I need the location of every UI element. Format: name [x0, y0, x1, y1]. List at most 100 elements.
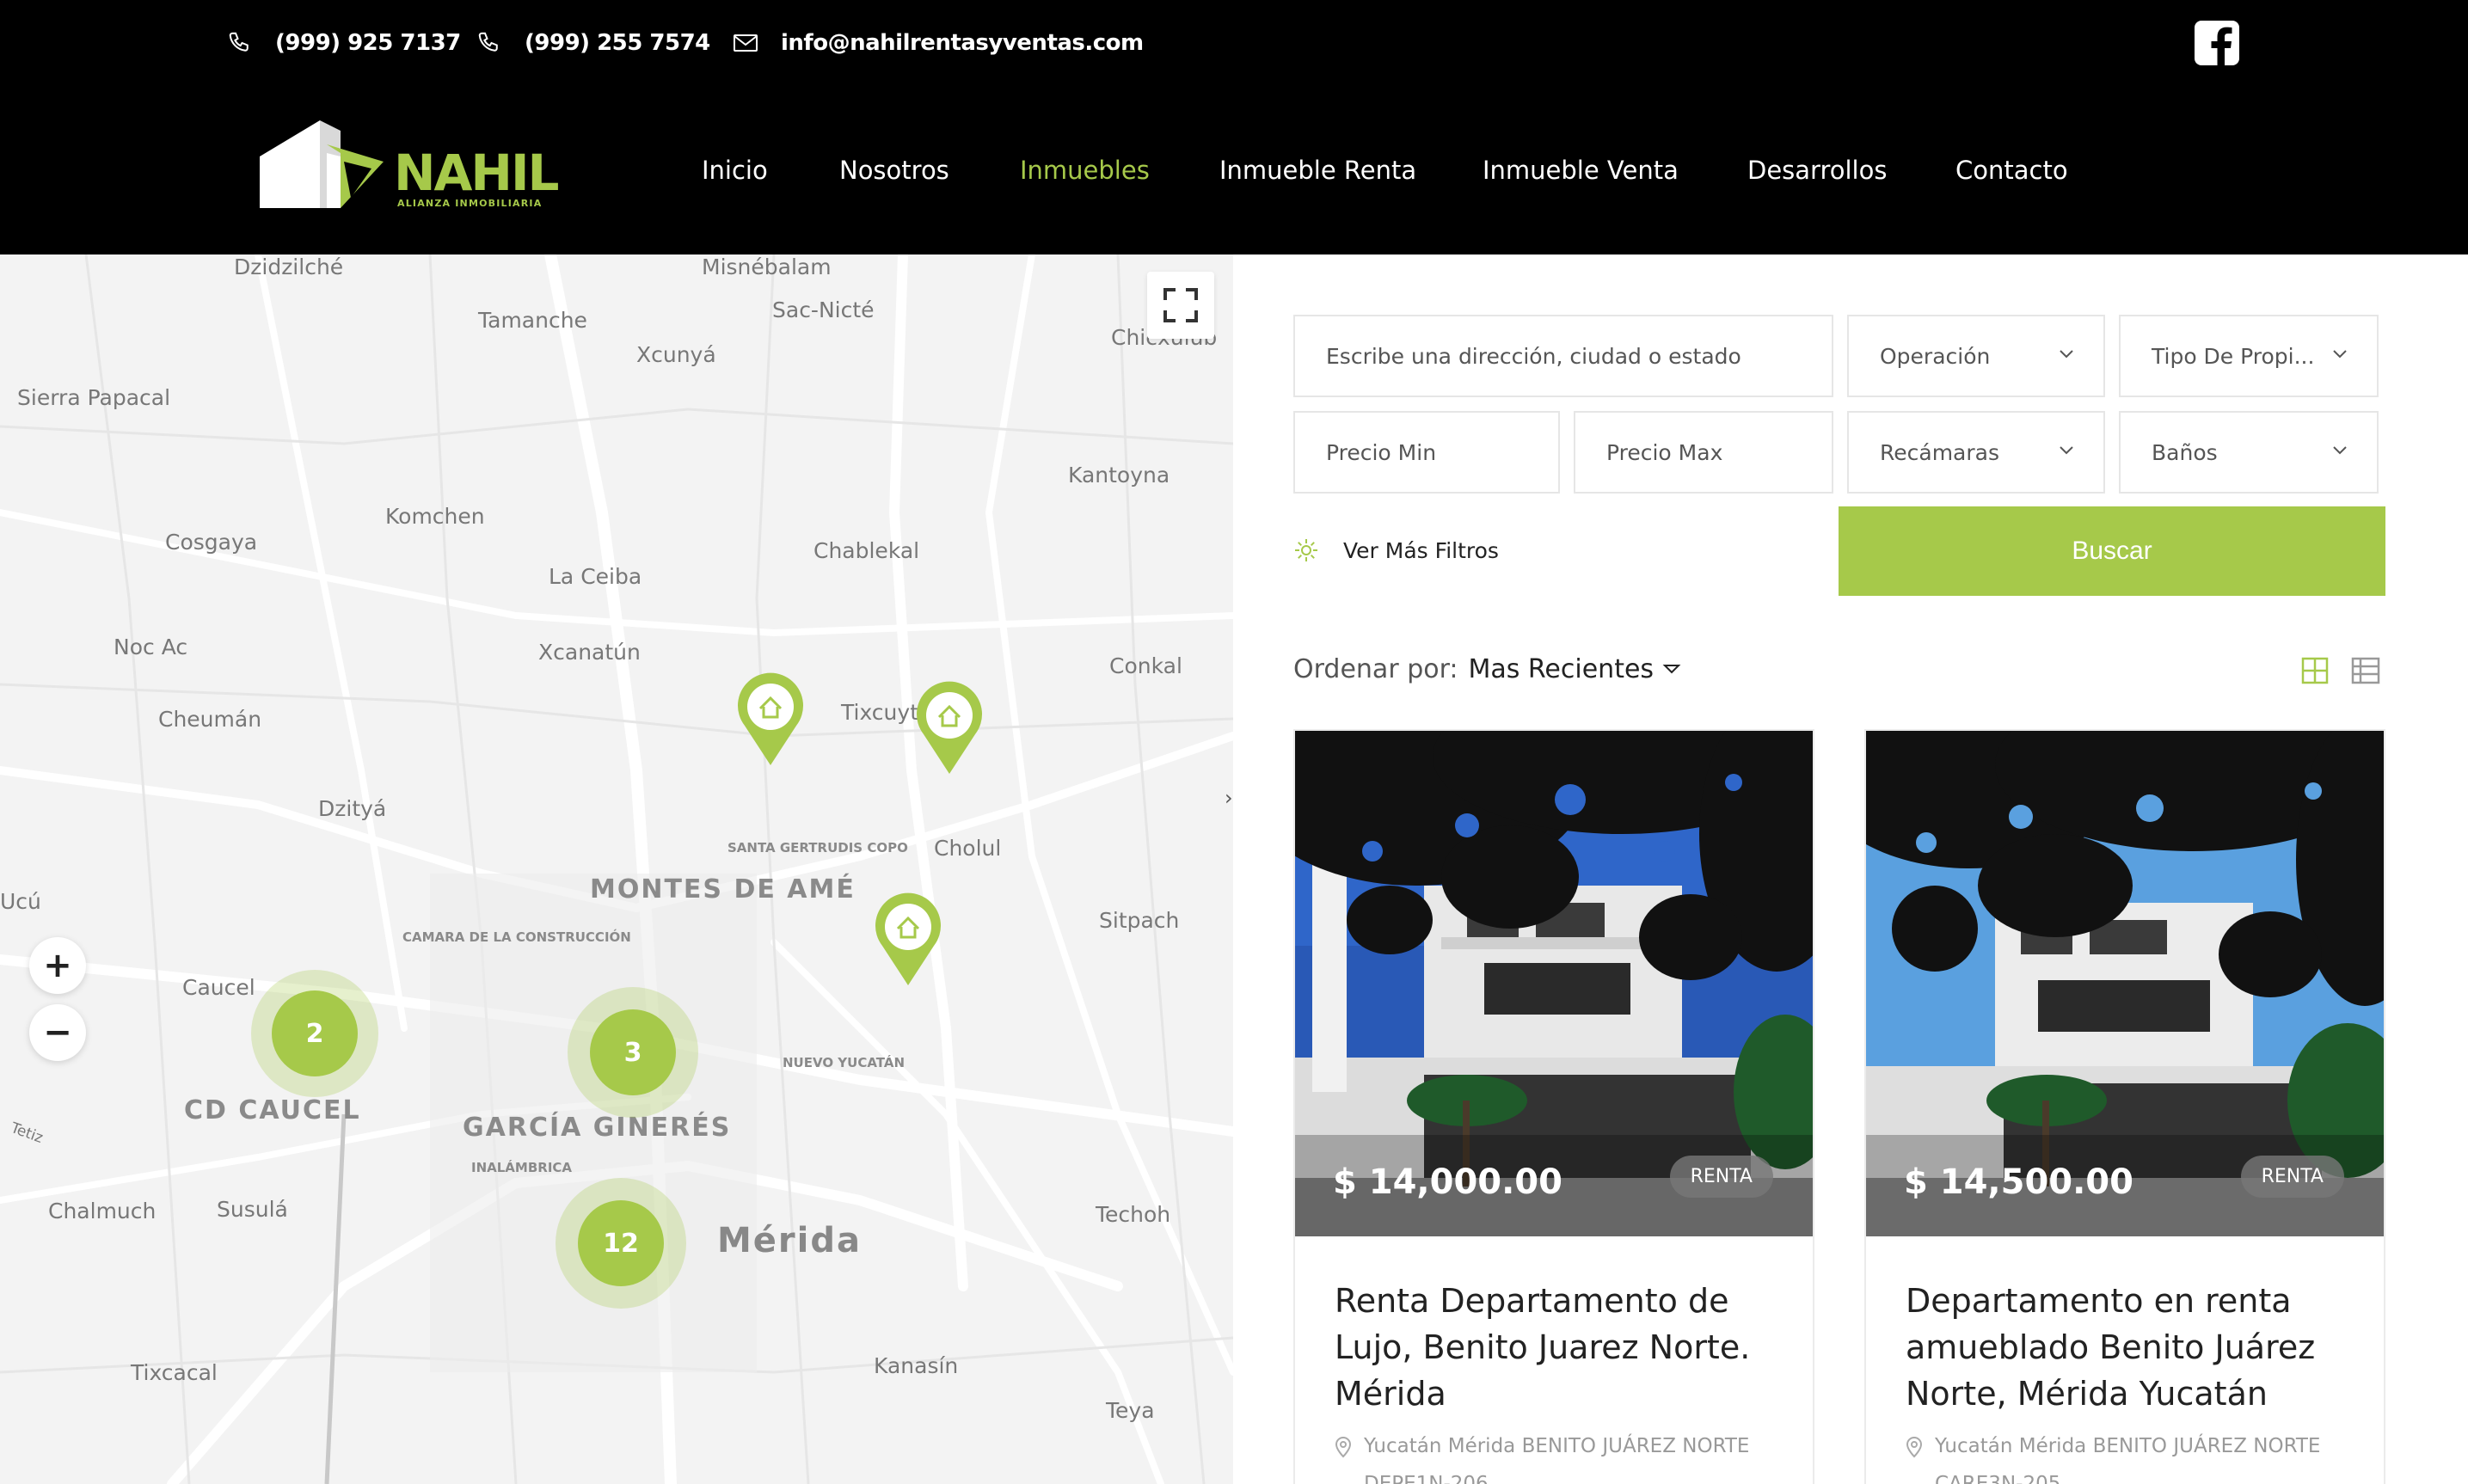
recamaras-select[interactable]: Recámaras [1847, 411, 2105, 494]
map-place: Komchen [385, 504, 485, 529]
listing-price: $ 14,500.00 [1904, 1162, 2133, 1202]
property-map[interactable]: Dzidzilché Misnébalam Tamanche Sac-Nicté… [0, 254, 1233, 1484]
chevron-down-icon [2060, 350, 2073, 359]
property-card[interactable]: $ 14,000.00 RENTA Renta Departamento de … [1293, 729, 1814, 1484]
map-place: Kanasín [874, 1353, 959, 1378]
precio-min-input[interactable]: Precio Min [1293, 411, 1560, 494]
map-place: Caucel [182, 975, 255, 1000]
more-filters-link[interactable]: Ver Más Filtros [1293, 533, 1499, 567]
operacion-select[interactable]: Operación [1847, 315, 2105, 397]
search-button[interactable]: Buscar [1839, 506, 2385, 596]
chevron-down-icon [2333, 350, 2347, 359]
map-small-label: INALÁMBRICA [471, 1160, 573, 1175]
nav-desarrollos[interactable]: Desarrollos [1747, 151, 1887, 189]
logo-wordmark: NAHIL [394, 144, 560, 202]
map-place: Teya [1106, 1398, 1155, 1423]
list-view-icon[interactable] [2351, 657, 2380, 684]
site-logo[interactable]: NAHIL ALIANZA INMOBILIARIA [258, 119, 560, 215]
listing-title[interactable]: Renta Departamento de Lujo, Benito Juare… [1335, 1278, 1782, 1417]
map-place: Xcanatún [538, 640, 641, 665]
precio-max-input[interactable]: Precio Max [1574, 411, 1833, 494]
map-collapse-arrow[interactable]: › [1225, 786, 1233, 810]
tipo-propiedad-select[interactable]: Tipo De Propi... [2119, 315, 2379, 397]
map-district: MONTES DE AMÉ [590, 874, 856, 905]
phone-link-1[interactable]: (999) 925 7137 [227, 26, 461, 60]
map-place: Chalmuch [48, 1199, 157, 1223]
nav-inmuebles[interactable]: Inmuebles [1020, 151, 1150, 189]
map-small-label: NUEVO YUCATÁN [783, 1055, 906, 1070]
cluster-count: 12 [578, 1200, 664, 1286]
map-place: Sierra Papacal [17, 385, 171, 410]
mail-icon [734, 34, 758, 52]
caret-down-icon [1662, 665, 1681, 674]
top-contact-bar: (999) 925 7137 (999) 255 7574 info@nahil… [0, 0, 2468, 86]
map-place: Chablekal [813, 538, 920, 563]
precio-max-placeholder: Precio Max [1606, 439, 1723, 465]
property-card[interactable]: $ 14,500.00 RENTA Departamento en renta … [1864, 729, 2385, 1484]
map-cluster[interactable]: 2 [251, 970, 378, 1097]
address-search-input[interactable]: Escribe una dirección, ciudad o estado [1293, 315, 1833, 397]
map-home-pin[interactable] [874, 892, 942, 987]
grid-view-icon[interactable] [2301, 657, 2329, 684]
banos-select[interactable]: Baños [2119, 411, 2379, 494]
banos-label: Baños [2152, 439, 2218, 465]
site-header: (999) 925 7137 (999) 255 7574 info@nahil… [0, 0, 2468, 254]
location-pin-icon [1335, 1437, 1352, 1458]
listing-address-text: Yucatán Mérida BENITO JUÁREZ NORTE DEPE1… [1364, 1435, 1750, 1484]
map-place: Techoh [1096, 1202, 1171, 1227]
recamaras-label: Recámaras [1880, 439, 1999, 465]
map-cluster[interactable]: 12 [556, 1178, 686, 1309]
map-place: Sitpach [1099, 908, 1180, 933]
listing-status-badge: RENTA [2240, 1156, 2344, 1198]
map-zoom-in-button[interactable]: + [29, 937, 86, 994]
operacion-label: Operación [1880, 343, 1991, 369]
sort-label: Ordenar por: [1293, 653, 1458, 684]
map-place: Cheumán [158, 707, 262, 732]
phone-link-2[interactable]: (999) 255 7574 [476, 26, 710, 60]
map-place: Tamanche [478, 308, 587, 333]
listing-address: Yucatán Mérida BENITO JUÁREZ NORTE CARE3… [1906, 1427, 2370, 1484]
map-place: Cholul [934, 836, 1002, 861]
map-place: Tixcuyt [841, 700, 918, 725]
map-place: Sac-Nicté [772, 297, 875, 322]
house-logo-icon [260, 120, 384, 208]
phone-number-1: (999) 925 7137 [275, 30, 461, 56]
phone-icon [478, 32, 498, 52]
address-placeholder: Escribe una dirección, ciudad o estado [1326, 343, 1741, 369]
map-zoom-out-button[interactable]: − [29, 1004, 86, 1061]
map-place: Noc Ac [114, 635, 188, 659]
map-district: CD CAUCEL [184, 1095, 361, 1125]
map-place: Cosgaya [165, 530, 258, 555]
tipo-label: Tipo De Propi... [2152, 343, 2315, 369]
map-place: Ucú [0, 889, 41, 914]
listing-price: $ 14,000.00 [1333, 1162, 1562, 1202]
map-small-label: CAMARA DE LA CONSTRUCCIÓN [402, 929, 631, 945]
nav-contacto[interactable]: Contacto [1955, 151, 2068, 189]
map-place: Tixcacal [131, 1360, 218, 1385]
map-home-pin[interactable] [915, 681, 984, 776]
map-place: Xcunyá [636, 342, 716, 367]
map-fullscreen-button[interactable] [1147, 272, 1214, 339]
facebook-icon[interactable] [2195, 21, 2239, 65]
map-place: Dzidzilché [234, 254, 344, 279]
more-filters-label: Ver Más Filtros [1343, 537, 1499, 563]
email-link[interactable]: info@nahilrentasyventas.com [733, 26, 1144, 60]
map-place: Kantoyna [1068, 463, 1170, 488]
nav-inmueble-renta[interactable]: Inmueble Renta [1219, 151, 1416, 189]
map-home-pin[interactable] [736, 672, 805, 767]
phone-icon [229, 32, 249, 52]
map-district: GARCÍA GINERÉS [463, 1113, 732, 1143]
sort-value: Mas Recientes [1468, 653, 1655, 684]
map-place: Dzityá [318, 796, 387, 821]
gear-icon [1295, 539, 1317, 561]
chevron-down-icon [2333, 446, 2347, 455]
precio-min-placeholder: Precio Min [1326, 439, 1437, 465]
fullscreen-icon [1163, 288, 1198, 322]
nav-nosotros[interactable]: Nosotros [839, 151, 949, 189]
cluster-count: 2 [272, 990, 358, 1076]
nav-inicio[interactable]: Inicio [702, 151, 768, 189]
map-cluster[interactable]: 3 [568, 987, 698, 1118]
nav-inmueble-venta[interactable]: Inmueble Venta [1483, 151, 1679, 189]
sort-control[interactable]: Ordenar por: Mas Recientes [1293, 650, 1681, 688]
listing-title[interactable]: Departamento en renta amueblado Benito J… [1906, 1278, 2353, 1417]
